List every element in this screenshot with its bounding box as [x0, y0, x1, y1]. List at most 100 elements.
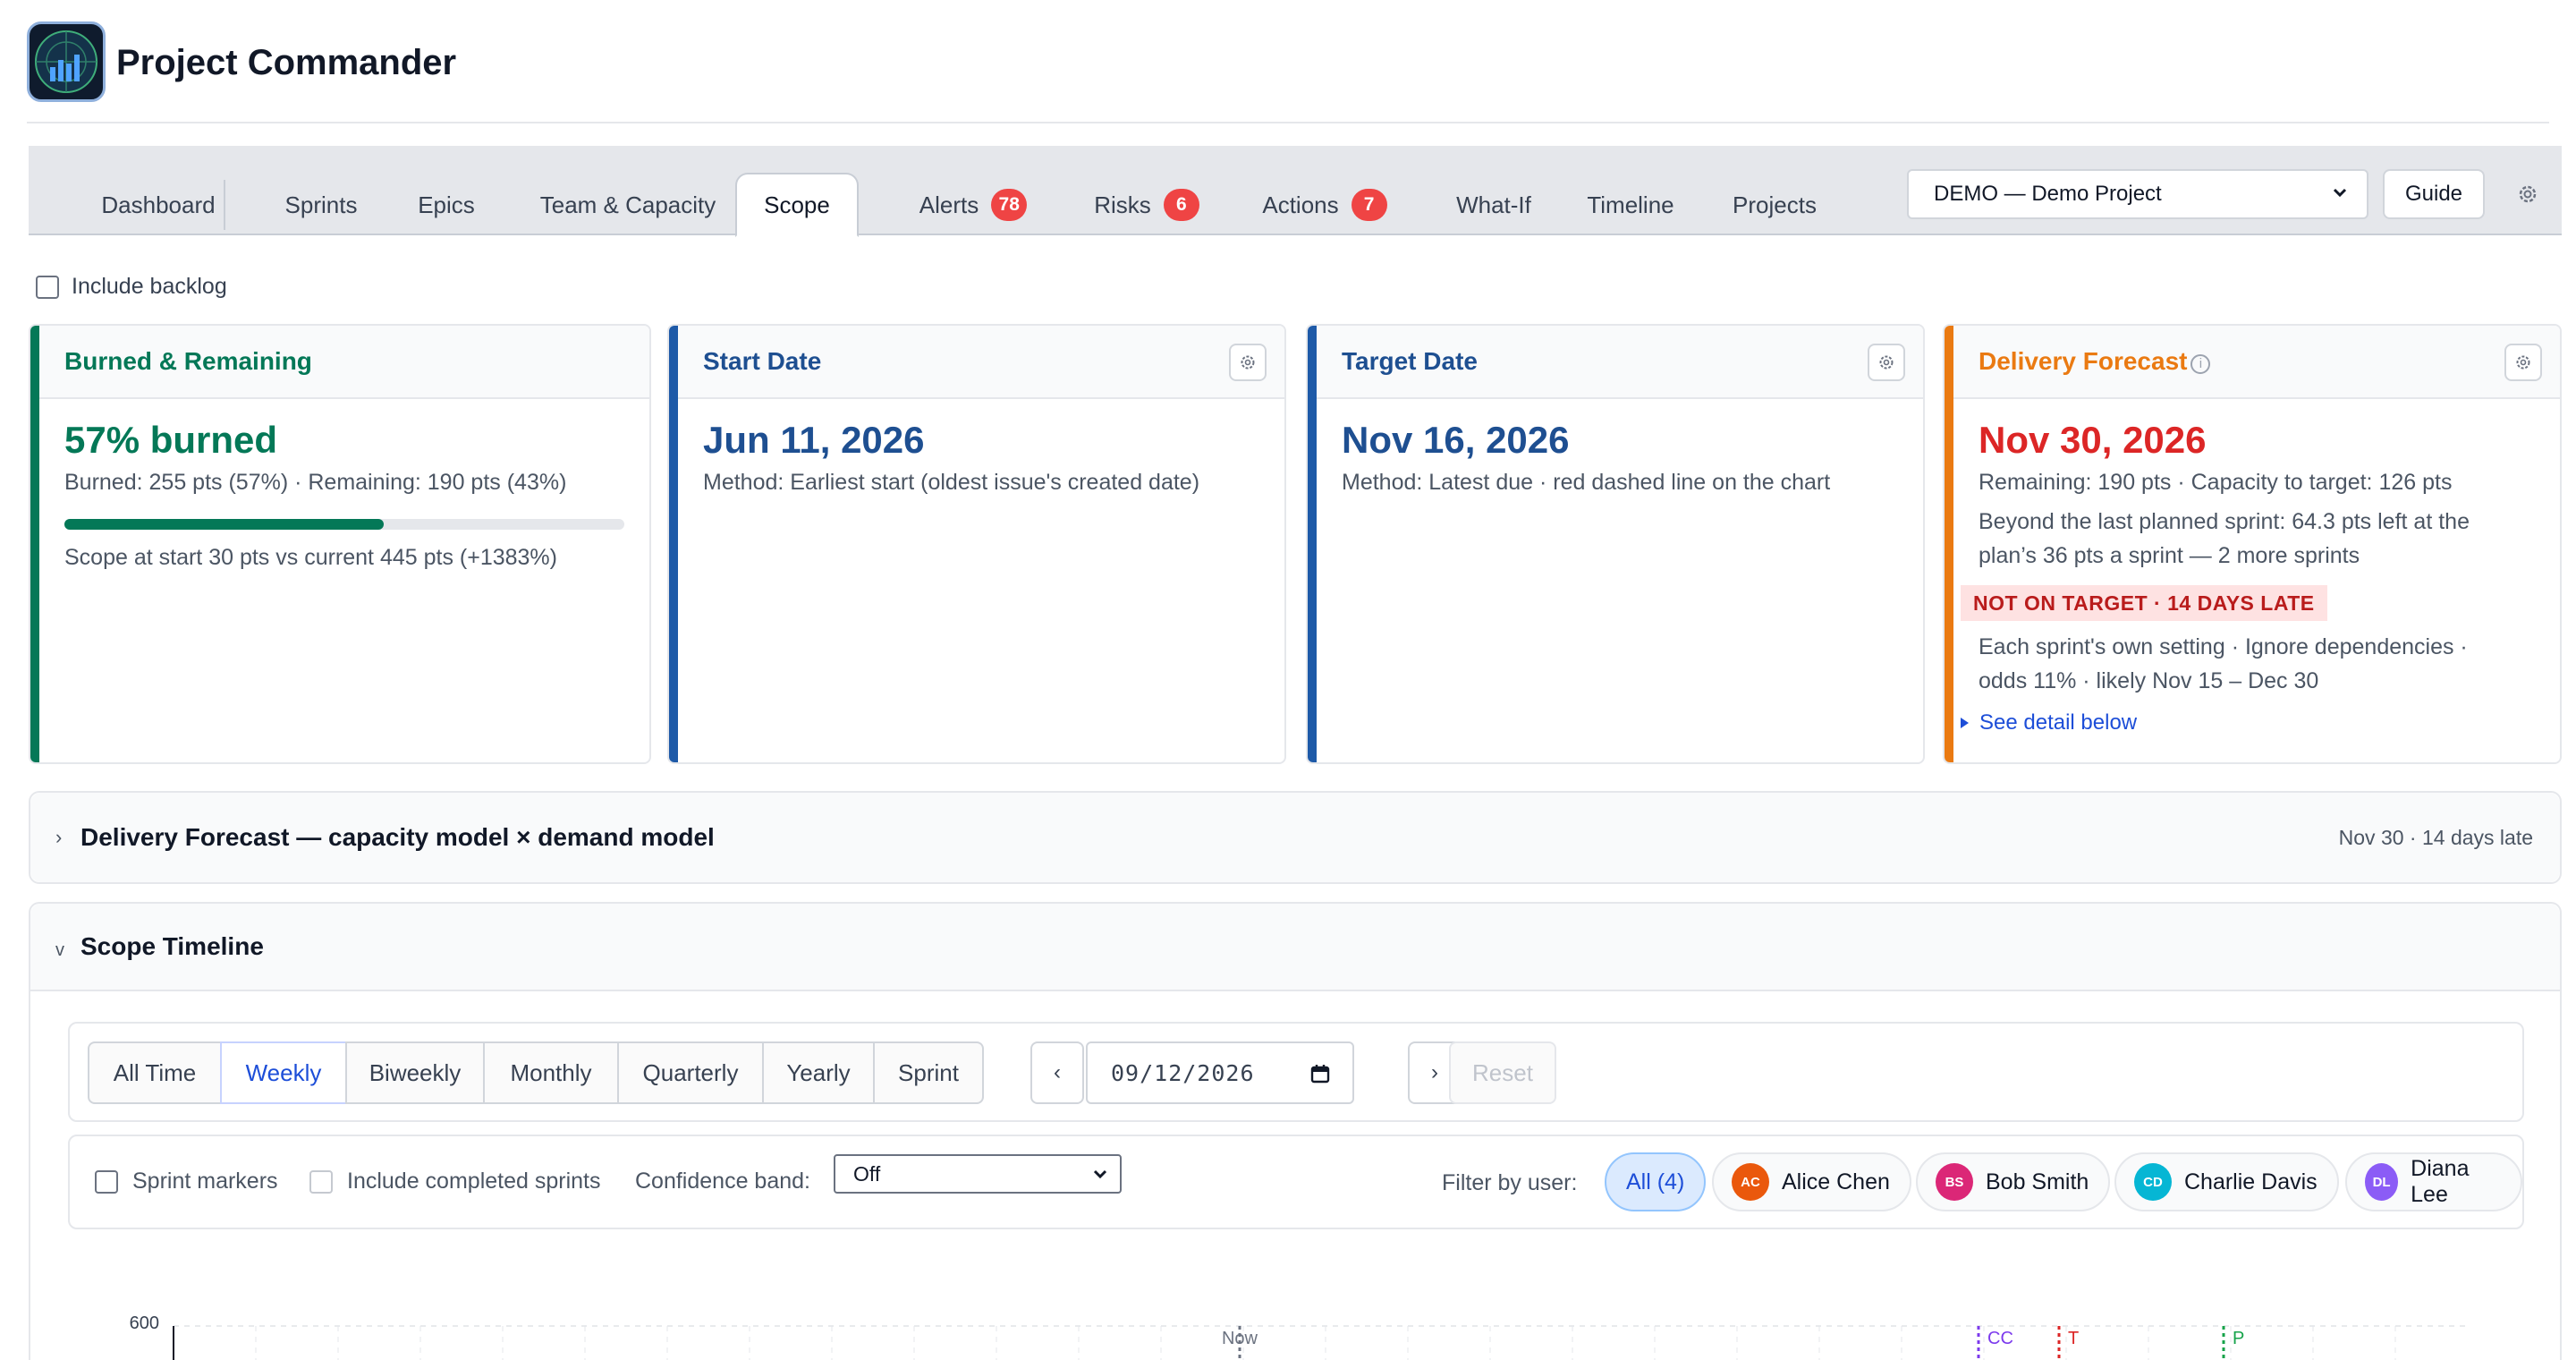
chip-label: Charlie Davis: [2184, 1169, 2318, 1194]
chevron-down-icon: v: [55, 939, 64, 960]
range-sprint-button[interactable]: Sprint: [873, 1041, 984, 1104]
y-tick-label: 600: [130, 1313, 159, 1333]
burned-detail: Burned: 255 pts (57%) · Remaining: 190 p…: [64, 470, 567, 495]
period-date-input[interactable]: 09/12/2026: [1086, 1041, 1354, 1104]
card-accent-bar: [30, 326, 39, 762]
target-date-value: Nov 16, 2026: [1342, 419, 1570, 461]
tab-what-if[interactable]: What-If: [1431, 174, 1556, 235]
gear-icon: [2516, 355, 2530, 370]
user-filter-alice-chen[interactable]: AC Alice Chen: [1712, 1152, 1911, 1211]
tab-scope[interactable]: Scope: [735, 173, 859, 237]
confidence-band-select[interactable]: Off: [834, 1154, 1122, 1194]
card-title: Start Date: [703, 347, 822, 375]
avatar: BS: [1936, 1163, 1973, 1201]
scope-change-note: Scope at start 30 pts vs current 445 pts…: [64, 545, 557, 570]
calendar-icon[interactable]: [1309, 1063, 1331, 1084]
confidence-band-value: Off: [853, 1161, 881, 1186]
info-icon[interactable]: i: [2190, 354, 2211, 374]
confidence-band-label: Confidence band:: [635, 1169, 810, 1194]
sprint-markers-toggle[interactable]: Sprint markers: [95, 1169, 278, 1194]
range-quarterly-button[interactable]: Quarterly: [617, 1041, 764, 1104]
forecast-remaining: Remaining: 190 pts · Capacity to target:…: [1979, 470, 2453, 495]
tab-timeline[interactable]: Timeline: [1563, 174, 1698, 235]
see-detail-link[interactable]: See detail below: [1961, 710, 2137, 735]
card-header: Target Date: [1317, 326, 1923, 399]
chip-label: Bob Smith: [1986, 1169, 2089, 1194]
sprint-markers-checkbox[interactable]: [95, 1169, 118, 1194]
chart-gridlines: [174, 1325, 2470, 1360]
tab-label: Team & Capacity: [539, 191, 716, 218]
tab-projects[interactable]: Projects: [1705, 174, 1844, 235]
range-yearly-button[interactable]: Yearly: [762, 1041, 875, 1104]
not-on-target-badge: NOT ON TARGET · 14 DAYS LATE: [1961, 585, 2327, 621]
include-completed-toggle[interactable]: Include completed sprints: [309, 1169, 600, 1194]
app-title: Project Commander: [116, 43, 457, 82]
tab-sprints[interactable]: Sprints: [263, 174, 379, 235]
user-filter-bob-smith[interactable]: BS Bob Smith: [1916, 1152, 2111, 1211]
card-title: Delivery Forecast i: [1979, 347, 2211, 376]
gear-icon: [1241, 355, 1255, 370]
include-completed-checkbox[interactable]: [309, 1169, 333, 1194]
reset-button[interactable]: Reset: [1449, 1041, 1556, 1104]
card-title: Target Date: [1342, 347, 1478, 375]
tab-label: Alerts: [919, 191, 979, 218]
user-filter-all[interactable]: All (4): [1605, 1152, 1707, 1211]
include-completed-label: Include completed sprints: [347, 1169, 601, 1194]
include-backlog-toggle[interactable]: Include backlog: [36, 274, 227, 300]
period-date-value: 09/12/2026: [1111, 1059, 1255, 1086]
include-backlog-checkbox[interactable]: [36, 275, 59, 299]
avatar: DL: [2365, 1163, 2399, 1201]
burned-progress-fill: [64, 519, 384, 530]
tab-label: Sprints: [284, 191, 358, 218]
forecast-settings-summary: Each sprint's own setting · Ignore depen…: [1979, 634, 2468, 659]
card-title: Burned & Remaining: [64, 347, 312, 375]
project-select[interactable]: DEMO — Demo Project: [1907, 169, 2368, 219]
card-title-text: Delivery Forecast: [1979, 347, 2188, 375]
prev-period-button[interactable]: ‹: [1030, 1041, 1084, 1104]
tab-label: What-If: [1456, 191, 1531, 218]
settings-gear-icon[interactable]: [2515, 182, 2540, 207]
forecast-odds: odds 11% · likely Nov 15 – Dec 30: [1979, 668, 2319, 693]
chevron-down-icon: [2333, 188, 2347, 198]
range-all-time-button[interactable]: All Time: [88, 1041, 222, 1104]
scope-timeline-header[interactable]: v Scope Timeline: [30, 904, 2560, 991]
chart-markers: Now CC T P: [1222, 1326, 2244, 1360]
sprint-markers-label: Sprint markers: [132, 1169, 278, 1194]
risks-count-badge: 6: [1163, 189, 1199, 221]
filter-by-user-label: Filter by user:: [1442, 1170, 1578, 1195]
range-monthly-button[interactable]: Monthly: [483, 1041, 619, 1104]
tab-label: Dashboard: [101, 191, 216, 218]
tab-label: Projects: [1733, 191, 1817, 218]
forecast-settings-button[interactable]: [2504, 344, 2542, 381]
card-header: Delivery Forecast i: [1953, 326, 2560, 399]
start-date-card: Start Date Jun 11, 2026 Method: Earliest…: [667, 324, 1286, 764]
range-biweekly-button[interactable]: Biweekly: [345, 1041, 485, 1104]
delivery-forecast-section-header[interactable]: › Delivery Forecast — capacity model × d…: [30, 793, 2560, 882]
section-title: Scope Timeline: [80, 932, 264, 960]
actions-count-badge: 7: [1351, 189, 1387, 221]
marker-label-t: T: [2068, 1329, 2079, 1348]
delivery-forecast-card: Delivery Forecast i Nov 30, 2026 Remainin…: [1943, 324, 2562, 764]
target-date-settings-button[interactable]: [1868, 344, 1905, 381]
tab-risks[interactable]: Risks 6: [1066, 174, 1227, 235]
tab-epics[interactable]: Epics: [397, 174, 496, 235]
burned-percent: 57% burned: [64, 419, 278, 461]
range-weekly-button[interactable]: Weekly: [220, 1041, 347, 1104]
start-date-settings-button[interactable]: [1229, 344, 1267, 381]
user-filter-diana-lee[interactable]: DL Diana Lee: [2345, 1152, 2522, 1211]
tab-actions[interactable]: Actions 7: [1231, 174, 1419, 235]
tab-divider: [224, 180, 225, 230]
guide-button[interactable]: Guide: [2383, 169, 2485, 219]
chevron-down-icon: [1093, 1169, 1107, 1179]
chip-label: All (4): [1626, 1169, 1685, 1194]
tab-alerts[interactable]: Alerts 78: [884, 174, 1063, 235]
forecast-beyond-plan: Beyond the last planned sprint: 64.3 pts…: [1979, 509, 2470, 534]
avatar: CD: [2134, 1163, 2172, 1201]
tab-label: Scope: [764, 191, 830, 218]
tab-label: Timeline: [1587, 191, 1674, 218]
user-filter-charlie-davis[interactable]: CD Charlie Davis: [2114, 1152, 2339, 1211]
tab-team-capacity[interactable]: Team & Capacity: [519, 174, 737, 235]
chip-label: Diana Lee: [2411, 1156, 2470, 1207]
card-header: Start Date: [678, 326, 1284, 399]
card-header: Burned & Remaining: [39, 326, 649, 399]
